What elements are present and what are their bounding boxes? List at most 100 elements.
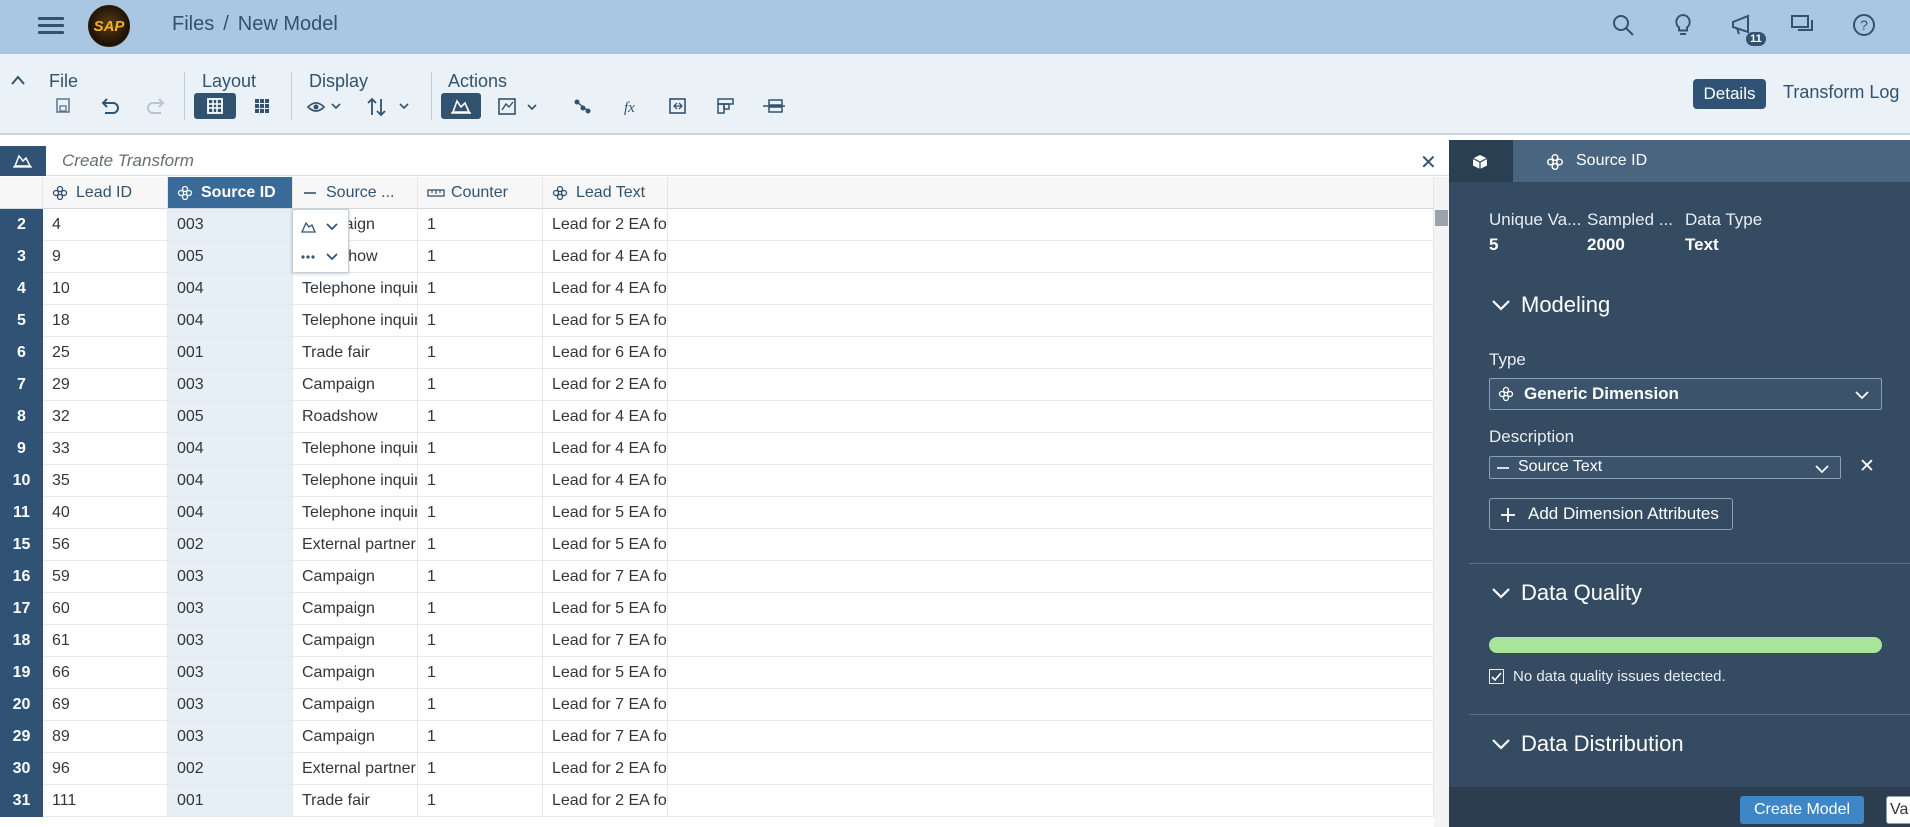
table-cell-lead-text[interactable]: Lead for 2 EA for xyxy=(543,753,668,785)
table-cell-lead-id[interactable]: 9 xyxy=(43,241,168,273)
table-cell-source-text[interactable]: Campaign xyxy=(293,625,418,657)
table-cell-counter[interactable]: 1 xyxy=(418,785,543,817)
hierarchy-icon[interactable] xyxy=(568,94,596,118)
table-cell-source-id[interactable]: 003 xyxy=(168,593,293,625)
column-header-lead-id[interactable]: Lead ID xyxy=(43,177,168,209)
table-cell-counter[interactable]: 1 xyxy=(418,401,543,433)
table-cell-source-text[interactable]: External partner xyxy=(293,529,418,561)
menu-icon[interactable] xyxy=(38,14,64,36)
table-cell-source-text[interactable]: Telephone inquiry xyxy=(293,305,418,337)
table-cell-counter[interactable]: 1 xyxy=(418,561,543,593)
table-cell-lead-id[interactable]: 4 xyxy=(43,209,168,241)
table-cell-counter[interactable]: 1 xyxy=(418,593,543,625)
validate-button[interactable]: Va xyxy=(1886,796,1910,824)
row-number[interactable]: 2 xyxy=(0,209,43,241)
row-number[interactable]: 19 xyxy=(0,657,43,689)
table-cell-counter[interactable]: 1 xyxy=(418,369,543,401)
row-number[interactable]: 18 xyxy=(0,625,43,657)
table-cell-lead-text[interactable]: Lead for 4 EA for xyxy=(543,433,668,465)
feedback-icon[interactable] xyxy=(1790,12,1816,38)
table-cell-counter[interactable]: 1 xyxy=(418,721,543,753)
table-cell-empty[interactable] xyxy=(668,273,1434,305)
column-header-counter[interactable]: Counter xyxy=(418,177,543,209)
table-cell-source-id[interactable]: 004 xyxy=(168,433,293,465)
table-cell-source-text[interactable]: Campaign xyxy=(293,721,418,753)
table-cell-lead-text[interactable]: Lead for 5 EA for xyxy=(543,529,668,561)
clear-description-icon[interactable]: ✕ xyxy=(1859,455,1875,478)
table-cell-lead-id[interactable]: 10 xyxy=(43,273,168,305)
table-cell-counter[interactable]: 1 xyxy=(418,305,543,337)
undo-icon[interactable] xyxy=(95,94,123,118)
table-cell-counter[interactable]: 1 xyxy=(418,657,543,689)
table-view-icon[interactable] xyxy=(248,94,276,118)
row-number[interactable]: 20 xyxy=(0,689,43,721)
table-cell-lead-id[interactable]: 33 xyxy=(43,433,168,465)
table-cell-counter[interactable]: 1 xyxy=(418,209,543,241)
more-options-dropdown-icon[interactable] xyxy=(299,248,343,266)
table-cell-source-text[interactable]: Telephone inquiry xyxy=(293,433,418,465)
table-cell-empty[interactable] xyxy=(668,689,1434,721)
table-cell-source-id[interactable]: 005 xyxy=(168,241,293,273)
row-number[interactable]: 16 xyxy=(0,561,43,593)
table-cell-source-text[interactable]: Campaign xyxy=(293,689,418,721)
search-icon[interactable] xyxy=(1610,12,1636,38)
table-cell-lead-text[interactable]: Lead for 5 EA for xyxy=(543,593,668,625)
table-cell-empty[interactable] xyxy=(668,433,1434,465)
table-cell-lead-text[interactable]: Lead for 5 EA for xyxy=(543,657,668,689)
row-number[interactable]: 4 xyxy=(0,273,43,305)
table-cell-source-id[interactable]: 001 xyxy=(168,785,293,817)
table-cell-source-id[interactable]: 003 xyxy=(168,721,293,753)
row-number[interactable]: 11 xyxy=(0,497,43,529)
column-header-source-text[interactable]: Source ... xyxy=(293,177,418,209)
table-cell-counter[interactable]: 1 xyxy=(418,689,543,721)
table-cell-empty[interactable] xyxy=(668,305,1434,337)
visibility-dropdown-icon[interactable] xyxy=(306,94,346,118)
table-cell-empty[interactable] xyxy=(668,529,1434,561)
table-cell-source-id[interactable]: 003 xyxy=(168,657,293,689)
table-cell-lead-id[interactable]: 96 xyxy=(43,753,168,785)
table-cell-empty[interactable] xyxy=(668,721,1434,753)
table-cell-empty[interactable] xyxy=(668,241,1434,273)
create-transform-action-icon[interactable] xyxy=(441,93,481,119)
row-number[interactable]: 6 xyxy=(0,337,43,369)
row-number[interactable]: 9 xyxy=(0,433,43,465)
panel-tab-title[interactable]: Source ID xyxy=(1576,152,1647,170)
help-icon[interactable]: ? xyxy=(1851,12,1877,38)
scrollbar-thumb[interactable] xyxy=(1435,210,1448,226)
table-cell-source-text[interactable]: Campaign xyxy=(293,657,418,689)
data-quality-section-header[interactable]: Data Quality xyxy=(1489,580,1642,606)
table-cell-lead-text[interactable]: Lead for 6 EA for xyxy=(543,337,668,369)
table-cell-source-id[interactable]: 005 xyxy=(168,401,293,433)
table-cell-source-text[interactable]: Campaign xyxy=(293,593,418,625)
row-number[interactable]: 29 xyxy=(0,721,43,753)
breadcrumb-files[interactable]: Files xyxy=(172,13,214,35)
row-number[interactable]: 3 xyxy=(0,241,43,273)
table-cell-source-text[interactable]: Roadshow xyxy=(293,401,418,433)
table-cell-source-text[interactable]: Telephone inquiry xyxy=(293,465,418,497)
table-cell-source-id[interactable]: 003 xyxy=(168,369,293,401)
table-cell-source-id[interactable]: 004 xyxy=(168,465,293,497)
table-cell-empty[interactable] xyxy=(668,465,1434,497)
table-cell-lead-id[interactable]: 29 xyxy=(43,369,168,401)
table-cell-lead-text[interactable]: Lead for 4 EA for xyxy=(543,465,668,497)
sort-dropdown-icon[interactable] xyxy=(364,93,414,121)
table-cell-source-id[interactable]: 003 xyxy=(168,209,293,241)
table-cell-source-id[interactable]: 004 xyxy=(168,273,293,305)
table-cell-source-id[interactable]: 003 xyxy=(168,561,293,593)
table-cell-empty[interactable] xyxy=(668,593,1434,625)
table-cell-empty[interactable] xyxy=(668,369,1434,401)
table-cell-lead-text[interactable]: Lead for 7 EA for xyxy=(543,625,668,657)
table-cell-lead-text[interactable]: Lead for 2 EA for xyxy=(543,369,668,401)
chart-dropdown-icon[interactable] xyxy=(496,94,544,118)
table-cell-lead-text[interactable]: Lead for 5 EA for xyxy=(543,497,668,529)
save-icon[interactable] xyxy=(49,94,77,118)
vertical-scrollbar[interactable] xyxy=(1434,177,1449,827)
table-cell-lead-id[interactable]: 111 xyxy=(43,785,168,817)
transform-icon[interactable] xyxy=(0,146,46,176)
table-cell-lead-id[interactable]: 32 xyxy=(43,401,168,433)
table-cell-lead-id[interactable]: 89 xyxy=(43,721,168,753)
row-number[interactable]: 15 xyxy=(0,529,43,561)
table-cell-empty[interactable] xyxy=(668,209,1434,241)
table-cell-source-id[interactable]: 002 xyxy=(168,753,293,785)
description-select[interactable]: Source Text xyxy=(1489,456,1841,479)
